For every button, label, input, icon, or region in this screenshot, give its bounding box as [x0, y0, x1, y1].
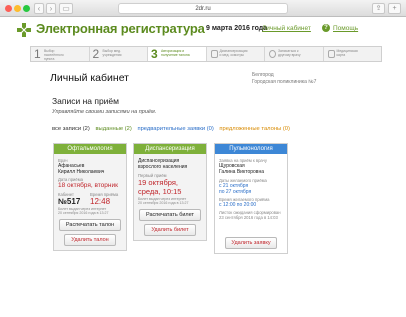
card-header: Пульмонология: [215, 144, 287, 154]
appointment-card-ophthalmology: Офтальмология Врач Афанасьев Кирилл Нико…: [53, 143, 127, 251]
delete-request-button[interactable]: Удалить заявку: [225, 237, 277, 249]
issued-info: Билет выдан через интернет 20 сентября 2…: [58, 207, 122, 216]
browser-toolbar: ‹ › ▭ 2dr.ru ⇪ +: [0, 0, 406, 17]
delete-ticket-button[interactable]: Удалить билет: [144, 223, 196, 236]
stethoscope-icon: [210, 50, 218, 58]
issued-line-2: 20 сентября 2016 года в 13:27: [58, 211, 109, 216]
site-title: Электронная регистратура: [36, 21, 205, 36]
time-value: с 12:00 по 20:00: [219, 202, 257, 208]
step-label: Выбор населённого пункта: [44, 49, 64, 61]
filter-issued[interactable]: выданные (2): [95, 126, 131, 132]
back-button[interactable]: ‹: [34, 3, 44, 14]
appointment-card-dispensary: Диспансеризация Диспансеризация взрослог…: [133, 143, 207, 241]
date-value: 18 октября, вторник: [58, 182, 118, 189]
delete-ticket-button[interactable]: Удалить талон: [64, 233, 116, 246]
maximize-window-icon[interactable]: [23, 5, 30, 12]
step-1[interactable]: 1 Выбор населённого пункта: [31, 47, 90, 61]
step-label: Записаться к другому врачу: [278, 49, 301, 57]
date-value-2: среда, 10:15: [138, 187, 182, 196]
sidebar-toggle-icon[interactable]: ▭: [59, 3, 73, 14]
personal-cabinet-link[interactable]: Личный кабинет: [262, 25, 311, 32]
dates-to: по 27 октября: [219, 189, 252, 195]
step-label: Авторизация и получение талона: [161, 49, 190, 57]
card-body: Врач Афанасьев Кирилл Николаевич Дата пр…: [54, 154, 126, 250]
minimize-window-icon[interactable]: [14, 5, 21, 12]
type-line-2: взрослого населения: [138, 164, 188, 170]
date-value-1: 19 октября,: [138, 178, 178, 187]
step-label: Выбор мед. учреждения: [102, 49, 122, 57]
section-subtitle: Управляйте своими записями на приём.: [52, 109, 157, 115]
card-header: Офтальмология: [54, 144, 126, 154]
step-number: 1: [34, 47, 41, 61]
issued-info: Билет выдан через интернет 20 сентября 2…: [138, 197, 202, 206]
site-header: Электронная регистратура 9 марта 2016 го…: [0, 18, 406, 42]
filter-all[interactable]: все записи (2): [52, 126, 90, 132]
clinic-info: Белгород Городская поликлиника №7: [252, 72, 372, 86]
forward-button[interactable]: ›: [46, 3, 56, 14]
step-2[interactable]: 2 Выбор мед. учреждения: [90, 47, 148, 61]
help-icon: ?: [322, 24, 330, 32]
card-body: Диспансеризация взрослого населения Перв…: [134, 154, 206, 240]
step-label: Диспансеризация и мед. осмотры: [219, 49, 248, 57]
page-title: Личный кабинет: [50, 72, 129, 84]
medical-cross-logo-icon: [16, 22, 32, 38]
step-dispensary[interactable]: Диспансеризация и мед. осмотры: [207, 47, 265, 61]
clinic-city: Белгород: [252, 72, 274, 78]
time-block: Время приёма 12:48: [90, 192, 122, 206]
refresh-icon: [269, 50, 276, 58]
filter-offered[interactable]: предложенные талоны (0): [219, 126, 290, 132]
print-ticket-button[interactable]: Распечатать билет: [139, 208, 201, 221]
medical-card-icon: [327, 50, 335, 58]
doctor-name: Галина Викторовна: [219, 169, 264, 175]
address-bar[interactable]: 2dr.ru: [118, 3, 288, 14]
print-ticket-button[interactable]: Распечатать талон: [59, 218, 121, 231]
card-header: Диспансеризация: [134, 144, 206, 154]
help-link[interactable]: Помощь: [333, 25, 358, 32]
room-value: №517: [58, 197, 81, 206]
clinic-name: Городская поликлиника №7: [252, 79, 317, 85]
share-icon[interactable]: ⇪: [372, 3, 385, 14]
filter-preliminary[interactable]: предварительные заявки (0): [137, 126, 213, 132]
appointment-filters: все записи (2) выданные (2) предваритель…: [52, 126, 294, 132]
room-block: Кабинет №517: [58, 192, 90, 206]
step-number: 2: [92, 47, 100, 61]
step-number: 3: [151, 47, 158, 61]
close-window-icon[interactable]: [5, 5, 12, 12]
steps-bar: 1 Выбор населённого пункта 2 Выбор мед. …: [30, 46, 382, 62]
new-tab-icon[interactable]: +: [388, 3, 401, 14]
issued-line-2: 20 сентября 2016 года в 13:27: [138, 201, 189, 206]
current-date: 9 марта 2016 года: [206, 25, 268, 32]
appointment-card-pulmonology: Пульмонология Заявка на приём к врачу Щу…: [214, 143, 288, 254]
card-body: Заявка на приём к врачу Щуровская Галина…: [215, 154, 287, 253]
section-title: Записи на приём: [52, 96, 120, 106]
step-label: Медицинская карта: [336, 49, 358, 57]
time-value: 12:48: [90, 197, 111, 206]
room-time-row: Кабинет №517 Время приёма 12:48: [58, 192, 122, 206]
step-medical-card[interactable]: Медицинская карта: [324, 47, 382, 61]
step-3[interactable]: 3 Авторизация и получение талона: [148, 47, 207, 61]
step-other-doctor[interactable]: Записаться к другому врачу: [265, 47, 324, 61]
doctor-name: Кирилл Николаевич: [58, 169, 105, 175]
waitlist-value: 23 сентября 2016 года в 14:03: [219, 215, 278, 220]
